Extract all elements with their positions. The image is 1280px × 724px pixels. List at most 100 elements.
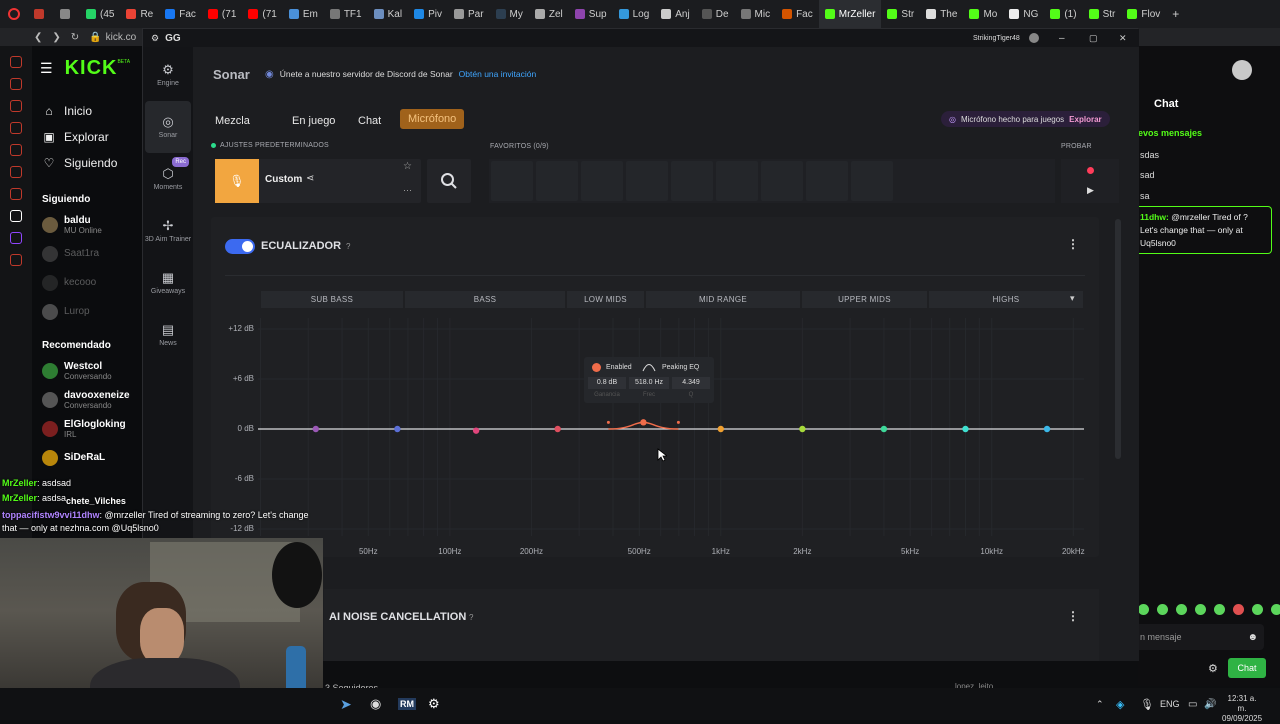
tab-chat[interactable]: Chat <box>358 111 381 131</box>
scrollbar[interactable] <box>1115 219 1121 459</box>
emote-icon[interactable] <box>1271 604 1280 615</box>
sidebar-icon[interactable] <box>10 78 22 90</box>
band-collapse-icon[interactable]: ▾ <box>1070 293 1075 304</box>
browser-logo-icon[interactable] <box>8 8 20 20</box>
browser-tab[interactable]: Flov <box>1121 0 1166 28</box>
gg-nav-sonar[interactable]: ◎ Sonar <box>145 101 191 153</box>
username[interactable]: StrikingTiger48 <box>973 35 1020 42</box>
browser-tab[interactable]: Fac <box>776 0 819 28</box>
tooltip-gain[interactable]: 0.8 dB <box>588 377 626 389</box>
network-icon[interactable]: ▭ <box>1188 699 1197 710</box>
maximize-button[interactable]: ▢ <box>1089 33 1098 44</box>
emote-icon[interactable] <box>1233 604 1244 615</box>
eq-band-point[interactable] <box>799 425 806 433</box>
noise-help-icon[interactable]: ? <box>469 613 473 622</box>
kick-logo[interactable]: KICK <box>65 57 118 80</box>
chat-user[interactable]: 11dhw: <box>1140 212 1169 222</box>
eq-help-icon[interactable]: ? <box>346 242 350 251</box>
new-tab-button[interactable]: + <box>1172 7 1179 21</box>
mic-promo-link[interactable]: Explorar <box>1069 115 1101 124</box>
new-messages-label[interactable]: evos mensajes <box>1138 128 1202 138</box>
browser-tab[interactable]: Log <box>613 0 656 28</box>
tray-chevron-icon[interactable]: ⌃ <box>1096 699 1104 710</box>
channel-item[interactable]: baldu MU Online <box>32 210 142 239</box>
browser-tab[interactable]: Fac <box>159 0 202 28</box>
mic-promo-badge[interactable]: ◎ Micrófono hecho para juegos Explorar <box>941 111 1110 127</box>
browser-tab[interactable]: MrZeller <box>818 0 882 28</box>
tab-mezcla[interactable]: Mezcla <box>215 111 250 131</box>
eq-band-point[interactable] <box>717 425 724 433</box>
browser-tab[interactable]: Mo <box>963 0 1003 28</box>
emote-icon[interactable] <box>1195 604 1206 615</box>
eq-more-icon[interactable]: ⋮ <box>1067 237 1079 251</box>
kick-nav-inicio[interactable]: ⌂ Inicio <box>32 98 142 124</box>
favorite-slot[interactable] <box>806 161 848 201</box>
channel-item[interactable]: davooxeneize Conversando <box>32 385 142 414</box>
gg-nav-engine[interactable]: ⚙ Engine <box>143 49 193 101</box>
sidebar-icon[interactable] <box>10 188 22 200</box>
gg-nav-3d-aim-trainer[interactable]: ✢ 3D Aim Trainer <box>143 205 193 257</box>
eq-band-point[interactable] <box>554 425 561 433</box>
tab-en-juego[interactable]: En juego <box>292 111 335 131</box>
favorite-slot[interactable] <box>851 161 893 201</box>
browser-tab[interactable]: (71 <box>242 0 282 28</box>
favorite-slot[interactable] <box>581 161 623 201</box>
favorite-slot[interactable] <box>626 161 668 201</box>
favorite-slot[interactable] <box>536 161 578 201</box>
tray-app-icon[interactable]: ◈ <box>1116 698 1124 711</box>
emote-icon[interactable] <box>1252 604 1263 615</box>
tooltip-enabled[interactable]: Enabled <box>606 364 632 371</box>
kick-nav-explorar[interactable]: ▣ Explorar <box>32 124 142 150</box>
sidebar-icon[interactable] <box>10 100 22 112</box>
sidebar-icon[interactable] <box>10 166 22 178</box>
noise-more-icon[interactable]: ⋮ <box>1067 609 1079 623</box>
star-icon[interactable]: ☆ <box>403 161 412 172</box>
volume-icon[interactable]: 🔊 <box>1204 699 1216 710</box>
minimize-button[interactable]: – <box>1059 33 1065 44</box>
browser-tab[interactable]: (1) <box>1044 0 1082 28</box>
tooltip-freq[interactable]: 518.0 Hz <box>629 377 669 389</box>
eq-band-point[interactable] <box>1043 425 1051 433</box>
emote-icon[interactable] <box>1157 604 1168 615</box>
q-handle[interactable] <box>676 420 680 424</box>
reload-icon[interactable]: ↻ <box>71 32 79 43</box>
preset-card[interactable]: 🎙 Custom ⋖ ☆ ··· <box>215 159 421 203</box>
emote-icon[interactable] <box>1214 604 1225 615</box>
browser-tab[interactable]: My <box>490 0 529 28</box>
browser-tab[interactable]: Piv <box>408 0 448 28</box>
channel-item[interactable]: Saat1ra <box>32 239 142 268</box>
favorite-slot[interactable] <box>716 161 758 201</box>
emoji-icon[interactable]: ☻ <box>1247 632 1258 643</box>
gg-nav-moments[interactable]: ⬡ Moments Rec <box>143 153 193 205</box>
browser-tab[interactable]: (71 <box>202 0 242 28</box>
tooltip-q[interactable]: 4.349 <box>672 377 710 389</box>
tooltip-filter-type[interactable]: Peaking EQ <box>662 364 699 371</box>
browser-tab[interactable]: Par <box>448 0 490 28</box>
eq-band-point[interactable] <box>880 425 888 433</box>
gg-nav-giveaways[interactable]: ▦ Giveaways <box>143 257 193 309</box>
back-icon[interactable]: ❮ <box>34 32 42 43</box>
chat-send-button[interactable]: Chat <box>1228 658 1266 678</box>
browser-tab[interactable]: Em <box>283 0 324 28</box>
browser-tab[interactable]: Mic <box>735 0 777 28</box>
browser-tab[interactable]: Anj <box>655 0 695 28</box>
sidebar-icon[interactable] <box>10 210 22 222</box>
eq-band-point[interactable] <box>312 425 320 433</box>
eq-toggle[interactable] <box>225 239 255 254</box>
tab-microfono[interactable]: Micrófono <box>400 109 465 129</box>
browser-tab[interactable]: De <box>696 0 735 28</box>
q-handle[interactable] <box>606 420 610 424</box>
browser-tab[interactable]: Zel <box>529 0 569 28</box>
sidebar-icon[interactable] <box>10 144 22 156</box>
address-text[interactable]: kick.co <box>106 32 137 43</box>
settings-icon[interactable]: ⚙ <box>1208 662 1218 675</box>
forward-icon[interactable]: ❯ <box>52 32 60 43</box>
eq-band-point[interactable] <box>962 425 969 433</box>
sidebar-icon[interactable] <box>10 122 22 134</box>
browser-tab[interactable]: Str <box>881 0 920 28</box>
sidebar-icon[interactable] <box>10 254 22 266</box>
more-icon[interactable]: ··· <box>403 185 412 195</box>
favorite-slot[interactable] <box>761 161 803 201</box>
favorite-slot[interactable] <box>671 161 713 201</box>
browser-tab[interactable]: TF1 <box>324 0 368 28</box>
